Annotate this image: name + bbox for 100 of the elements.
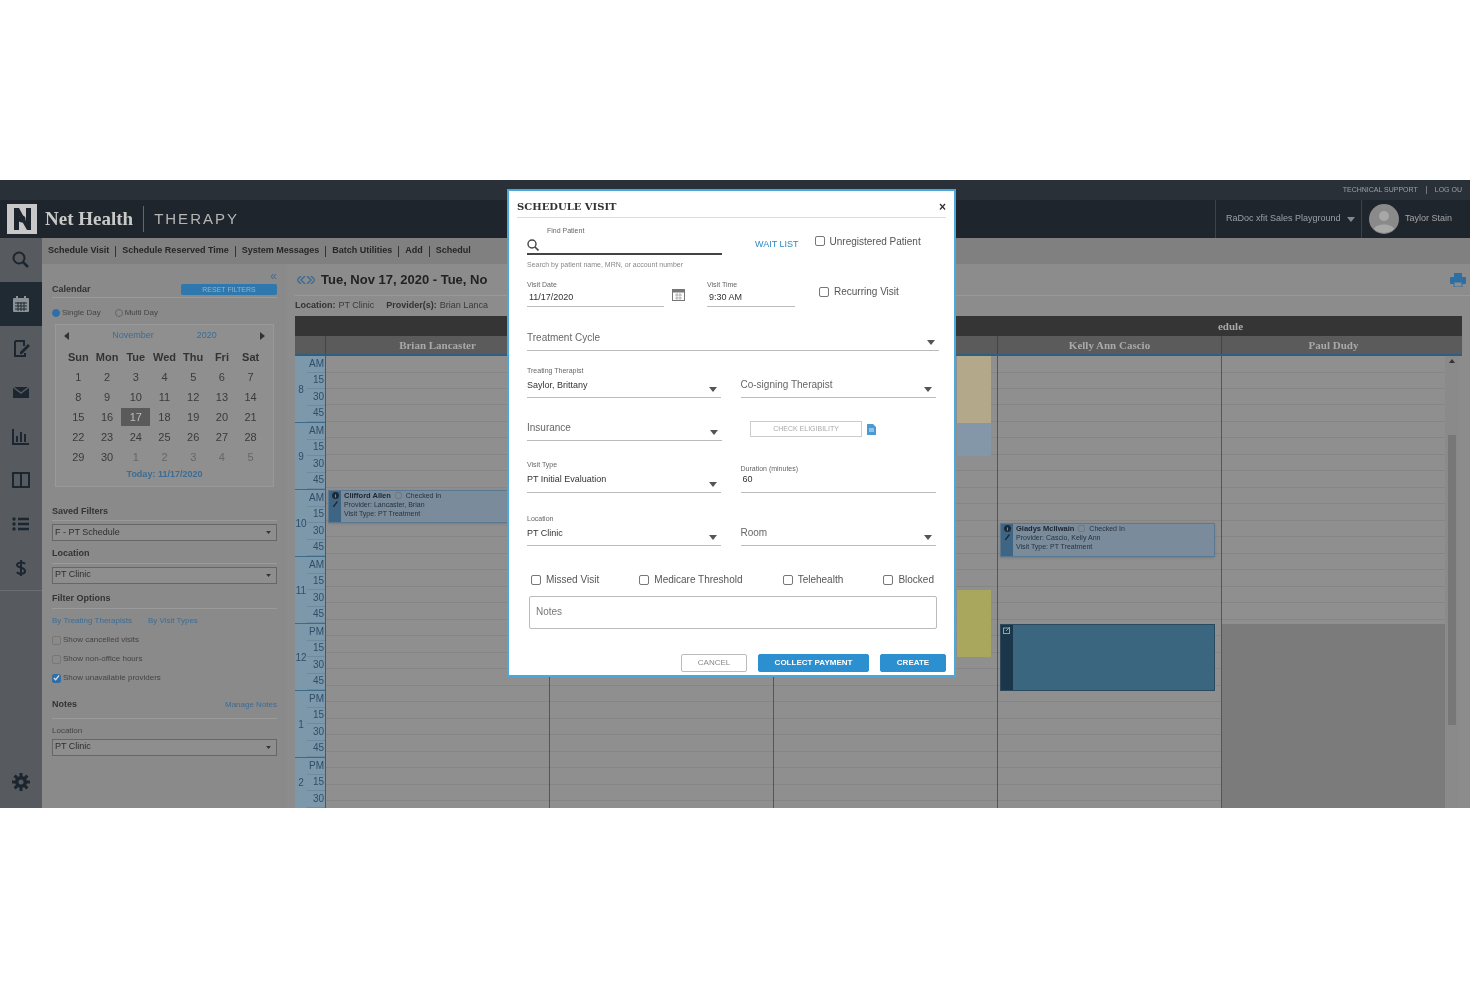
calendar-day[interactable]: 27 (207, 428, 237, 446)
select-field[interactable]: Co-signing Therapist (740, 376, 936, 398)
checkbox[interactable] (1078, 525, 1086, 532)
print-icon[interactable] (1450, 272, 1466, 287)
info-value: Brian Lanca (439, 299, 488, 313)
calendar-day[interactable]: 11 (150, 388, 179, 406)
previous-month-icon[interactable] (64, 332, 69, 340)
info-value: PT Clinic (338, 299, 375, 313)
calendar-day[interactable]: 2 (92, 368, 122, 386)
weekday-label: Tue (126, 349, 146, 365)
calendar-day[interactable]: 13 (207, 388, 237, 406)
date-field[interactable]: 11/17/2020 (527, 290, 664, 307)
calendar-icon[interactable] (672, 288, 685, 301)
info-icon[interactable] (331, 492, 339, 499)
column-header: Kelly Ann Cascio (1068, 337, 1151, 353)
calendar-day[interactable]: 28 (236, 428, 265, 446)
document-edit-icon (11, 338, 31, 358)
checkbox[interactable] (531, 574, 541, 585)
pencil-icon[interactable] (1003, 533, 1011, 540)
select-field[interactable]: Insurance (527, 419, 722, 441)
calendar-day[interactable]: 10 (121, 388, 151, 406)
close-button[interactable]: × (939, 200, 946, 213)
calendar-day[interactable]: 15 (64, 408, 93, 426)
search-field[interactable] (527, 236, 722, 255)
select-field[interactable]: PT Clinic (527, 524, 721, 546)
calendar-day[interactable]: 17 (121, 408, 151, 426)
checkbox[interactable] (394, 492, 402, 499)
calendar-day[interactable]: 21 (236, 408, 265, 426)
time-label: 15 (312, 576, 324, 587)
nav-link[interactable]: System Messages (241, 244, 320, 258)
checkbox[interactable] (819, 286, 829, 297)
nav-link[interactable]: Batch Utilities (332, 244, 393, 258)
previous-next-arrows-icon[interactable] (297, 275, 315, 284)
hour-label: 2 (298, 776, 304, 791)
checkbox[interactable] (782, 574, 793, 585)
calendar-day[interactable]: 14 (236, 388, 265, 406)
checkbox[interactable] (814, 236, 825, 246)
calendar-day[interactable]: 4 (150, 368, 179, 386)
time-label: 15 (312, 509, 324, 520)
nav-link[interactable]: Schedule Visit (48, 244, 110, 258)
calendar-day[interactable]: 29 (64, 448, 93, 466)
brand-name: Net Health (45, 206, 134, 231)
checkbox[interactable] (883, 574, 894, 585)
document-icon[interactable] (867, 424, 876, 435)
time-label: 45 (312, 743, 324, 754)
calendar-day[interactable]: 23 (92, 428, 122, 446)
time-label: 30 (312, 525, 324, 536)
dialog-button[interactable]: CREATE (880, 654, 946, 672)
section-title: Filter Options (52, 591, 277, 609)
nav-link[interactable]: Add (405, 244, 423, 258)
calendar-day[interactable]: 18 (150, 408, 179, 426)
next-month-icon[interactable] (259, 332, 265, 340)
radio-button[interactable] (52, 309, 60, 317)
time-label: 30 (312, 458, 324, 469)
calendar-day[interactable]: 30 (92, 448, 122, 466)
calendar-day[interactable]: 1 (64, 368, 93, 386)
list-icon (11, 514, 31, 534)
duration-field[interactable]: 60 (740, 474, 936, 493)
notes-field[interactable]: Notes (529, 596, 937, 629)
calendar-day[interactable]: 3 (121, 368, 151, 386)
dialog-button[interactable]: CANCEL (681, 654, 747, 672)
time-label: 45 (312, 542, 324, 553)
calendar-day[interactable]: 20 (207, 408, 237, 426)
select-field[interactable]: F - PT Schedule (52, 524, 277, 541)
calendar-day[interactable]: 8 (64, 388, 93, 406)
calendar-day[interactable]: 6 (207, 368, 237, 386)
pencil-icon[interactable] (331, 500, 339, 507)
calendar-day[interactable]: 26 (178, 428, 208, 446)
checkbox[interactable] (52, 673, 61, 683)
select-field[interactable]: Saylor, Brittany (527, 376, 721, 398)
calendar-day[interactable]: 5 (178, 368, 208, 386)
scroll-up-icon[interactable] (1449, 359, 1455, 363)
calendar-icon (11, 294, 31, 314)
select-field[interactable]: Room (740, 524, 936, 546)
select-field[interactable]: PT Clinic (52, 738, 277, 756)
calendar-day[interactable]: 19 (178, 408, 208, 426)
time-field[interactable]: 9:30 AM (707, 290, 795, 307)
info-icon[interactable] (1003, 525, 1011, 532)
time-label: 30 (312, 391, 324, 402)
checkbox[interactable] (639, 574, 650, 585)
checkbox-label: Medicare Threshold (654, 573, 743, 587)
select-field[interactable]: PT Initial Evaluation (527, 470, 721, 493)
nav-link[interactable]: Schedul (435, 244, 471, 258)
calendar-day[interactable]: 7 (236, 368, 265, 386)
search-icon (11, 250, 31, 270)
calendar-day[interactable]: 22 (64, 428, 93, 446)
calendar-day[interactable]: 24 (121, 428, 151, 446)
caret-icon (708, 481, 717, 487)
calendar-day[interactable]: 25 (150, 428, 179, 446)
note-edit-icon[interactable] (1003, 627, 1011, 634)
caret-icon (924, 535, 932, 540)
dialog-button[interactable]: COLLECT PAYMENT (758, 654, 869, 672)
time-label: AM (309, 358, 324, 369)
select-field[interactable]: PT Clinic (52, 566, 277, 584)
nav-link[interactable]: Schedule Reserved Time (122, 244, 229, 258)
calendar-day[interactable]: 16 (92, 408, 122, 426)
select-field[interactable]: Treatment Cycle (527, 328, 939, 351)
wait-list-link[interactable]: WAIT LIST (755, 238, 799, 252)
calendar-day[interactable]: 12 (178, 388, 208, 406)
calendar-day[interactable]: 9 (92, 388, 122, 406)
